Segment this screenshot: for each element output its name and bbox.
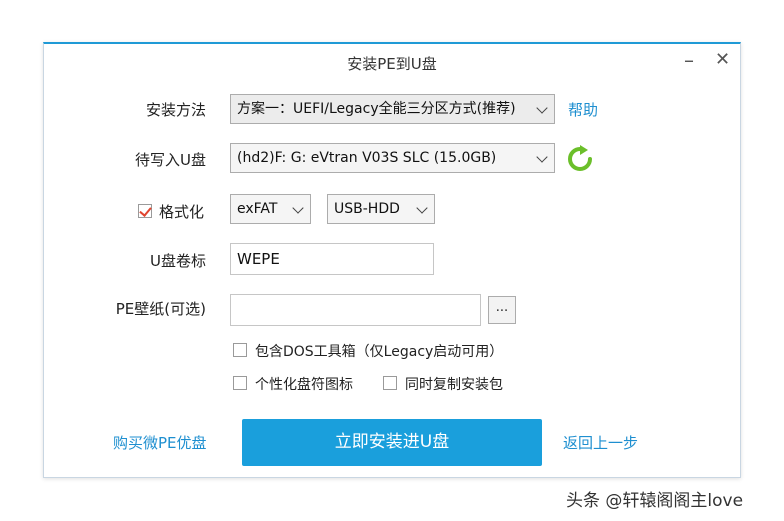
watermark-text: 头条 @轩辕阁阁主love	[566, 491, 744, 511]
window-title: 安装PE到U盘	[347, 55, 437, 73]
custom-icon-label: 个性化盘符图标	[255, 377, 353, 393]
install-to-usb-button[interactable]: 立即安装进U盘	[242, 419, 542, 466]
custom-icon-checkbox[interactable]	[233, 376, 247, 390]
chevron-down-icon	[536, 151, 548, 163]
help-link[interactable]: 帮助	[568, 99, 598, 120]
refresh-icon[interactable]	[566, 145, 594, 173]
format-label: 格式化	[159, 203, 205, 221]
close-button[interactable]: ✕	[715, 49, 730, 70]
buy-usb-link[interactable]: 购买微PE优盘	[113, 432, 207, 453]
dos-toolbox-checkbox[interactable]	[233, 343, 247, 357]
back-link[interactable]: 返回上一步	[563, 432, 638, 453]
copy-package-checkbox[interactable]	[383, 376, 397, 390]
format-checkbox[interactable]	[138, 204, 152, 218]
volume-label-label: U盘卷标	[150, 252, 206, 270]
copy-package-label: 同时复制安装包	[405, 377, 503, 393]
target-drive-value: (hd2)F: G: eVtran V03S SLC (15.0GB)	[237, 150, 497, 166]
boot-mode-value: USB-HDD	[334, 201, 400, 217]
browse-button[interactable]: ...	[488, 296, 516, 324]
chevron-down-icon	[292, 202, 304, 214]
wallpaper-input[interactable]	[230, 294, 481, 326]
volume-label-input[interactable]: WEPE	[230, 243, 434, 275]
filesystem-select[interactable]: exFAT	[230, 194, 311, 224]
target-drive-label: 待写入U盘	[135, 151, 206, 169]
chevron-down-icon	[416, 202, 428, 214]
wallpaper-label: PE壁纸(可选)	[115, 300, 206, 318]
chevron-down-icon	[536, 102, 548, 114]
install-method-select[interactable]: 方案一：UEFI/Legacy全能三分区方式(推荐)	[230, 94, 555, 124]
install-method-value: 方案一：UEFI/Legacy全能三分区方式(推荐)	[237, 101, 516, 117]
dos-toolbox-label: 包含DOS工具箱（仅Legacy启动可用）	[255, 344, 504, 360]
filesystem-value: exFAT	[237, 201, 278, 217]
install-method-label: 安装方法	[145, 101, 206, 119]
target-drive-select[interactable]: (hd2)F: G: eVtran V03S SLC (15.0GB)	[230, 143, 555, 173]
install-pe-window: 安装PE到U盘 – ✕ 安装方法 方案一：UEFI/Legacy全能三分区方式(…	[43, 42, 741, 478]
boot-mode-select[interactable]: USB-HDD	[327, 194, 435, 224]
minimize-button[interactable]: –	[684, 48, 694, 72]
